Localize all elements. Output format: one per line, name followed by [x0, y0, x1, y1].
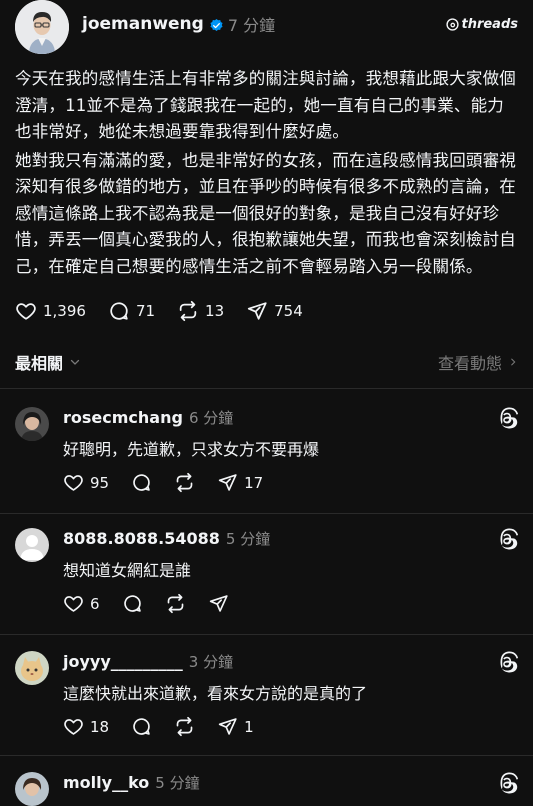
threads-logo-icon[interactable]	[496, 407, 518, 429]
divider	[0, 513, 533, 514]
reply-button[interactable]	[131, 716, 152, 737]
comment-time: 3 分鐘	[188, 653, 234, 671]
comment-username[interactable]: molly__ko	[63, 773, 149, 792]
share-count: 754	[274, 302, 303, 320]
comment-icon	[131, 716, 152, 737]
reply-button[interactable]: 71	[108, 300, 155, 322]
comment-icon	[131, 472, 152, 493]
post-paragraph: 她對我只有滿滿的愛，也是非常好的女孩，而在這段感情我回頭審視深知有很多做錯的地方…	[15, 150, 516, 276]
threads-logo-icon[interactable]: threads	[446, 17, 518, 32]
view-activity-link[interactable]: 查看動態	[438, 350, 518, 374]
chevron-right-icon	[508, 356, 518, 368]
divider	[0, 634, 533, 635]
post-username[interactable]: joemanweng	[82, 14, 204, 34]
comment-item: rosecmchang 6 分鐘 好聰明，先道歉，只求女方不要再爆 95 17	[0, 407, 533, 513]
comment-username[interactable]: rosecmchang	[63, 408, 183, 427]
comment-username[interactable]: 8088.8088.54088	[63, 529, 220, 548]
comment-item: molly__ko 5 分鐘	[0, 772, 533, 806]
share-button[interactable]: 1	[217, 716, 254, 737]
share-button[interactable]: 754	[246, 300, 303, 322]
sort-bar: 最相關 查看動態	[0, 340, 533, 384]
threads-logo-icon[interactable]	[496, 528, 518, 550]
heart-icon	[63, 593, 84, 614]
repost-count: 13	[205, 302, 225, 320]
post-header: joemanweng 7 分鐘 threads	[15, 0, 518, 58]
share-icon	[208, 593, 229, 614]
reply-button[interactable]	[122, 593, 143, 614]
like-count: 18	[90, 717, 110, 736]
avatar[interactable]	[15, 0, 69, 54]
comment-icon	[122, 593, 143, 614]
threads-brand-text: threads	[461, 16, 518, 32]
share-icon	[217, 472, 238, 493]
like-button[interactable]: 1,396	[15, 300, 86, 322]
comment-username[interactable]: joyyy_________	[63, 652, 183, 671]
sort-dropdown[interactable]: 最相關	[15, 350, 81, 374]
like-count: 6	[90, 594, 100, 613]
avatar[interactable]	[15, 528, 49, 562]
comment-text: 這麼快就出來道歉，看來女方說的是真的了	[63, 684, 368, 703]
main-post: joemanweng 7 分鐘 threads 今天在我的感情生活上有非常多的關…	[0, 0, 533, 324]
repost-icon	[174, 716, 195, 737]
post-actions: 1,396 71 13 754	[15, 298, 518, 324]
comment-time: 6 分鐘	[188, 409, 234, 427]
heart-icon	[63, 716, 84, 737]
share-count: 1	[244, 717, 254, 736]
heart-icon	[15, 300, 37, 322]
sort-label: 最相關	[15, 354, 64, 373]
like-count: 1,396	[43, 302, 86, 320]
repost-icon	[165, 593, 186, 614]
repost-icon	[174, 472, 195, 493]
post-time: 7 分鐘	[227, 16, 276, 35]
reply-count: 71	[135, 302, 156, 320]
comment-icon	[108, 300, 130, 322]
avatar[interactable]	[15, 772, 49, 806]
share-button[interactable]	[208, 593, 229, 614]
share-icon	[217, 716, 238, 737]
comment-text: 好聰明，先道歉，只求女方不要再爆	[63, 440, 320, 459]
post-paragraph: 今天在我的感情生活上有非常多的關注與討論，我想藉此跟大家做個澄清，11並不是為了…	[15, 69, 516, 141]
divider	[0, 755, 533, 756]
threads-logo-icon[interactable]	[496, 651, 518, 673]
comment-time: 5 分鐘	[225, 530, 271, 548]
avatar[interactable]	[15, 651, 49, 685]
divider	[0, 388, 533, 389]
heart-icon	[63, 472, 84, 493]
comment-item: 8088.8088.54088 5 分鐘 想知道女網紅是誰 6	[0, 528, 533, 634]
like-button[interactable]: 18	[63, 716, 109, 737]
reply-button[interactable]	[131, 472, 152, 493]
share-count: 17	[244, 473, 264, 492]
avatar[interactable]	[15, 407, 49, 441]
repost-button[interactable]	[174, 716, 195, 737]
verified-badge-icon	[209, 18, 224, 33]
like-button[interactable]: 6	[63, 593, 100, 614]
post-body: 今天在我的感情生活上有非常多的關注與討論，我想藉此跟大家做個澄清，11並不是為了…	[15, 66, 518, 280]
repost-icon	[177, 300, 199, 322]
share-icon	[246, 300, 268, 322]
activity-label: 查看動態	[437, 354, 502, 373]
repost-button[interactable]	[174, 472, 195, 493]
like-button[interactable]: 95	[63, 472, 109, 493]
comment-text: 想知道女網紅是誰	[63, 561, 192, 580]
comment-item: joyyy_________ 3 分鐘 這麼快就出來道歉，看來女方說的是真的了 …	[0, 651, 533, 755]
like-count: 95	[90, 473, 110, 492]
threads-logo-icon[interactable]	[496, 772, 518, 794]
repost-button[interactable]: 13	[177, 300, 224, 322]
repost-button[interactable]	[165, 593, 186, 614]
share-button[interactable]: 17	[217, 472, 263, 493]
chevron-down-icon	[69, 356, 81, 368]
comment-time: 5 分鐘	[155, 774, 200, 792]
